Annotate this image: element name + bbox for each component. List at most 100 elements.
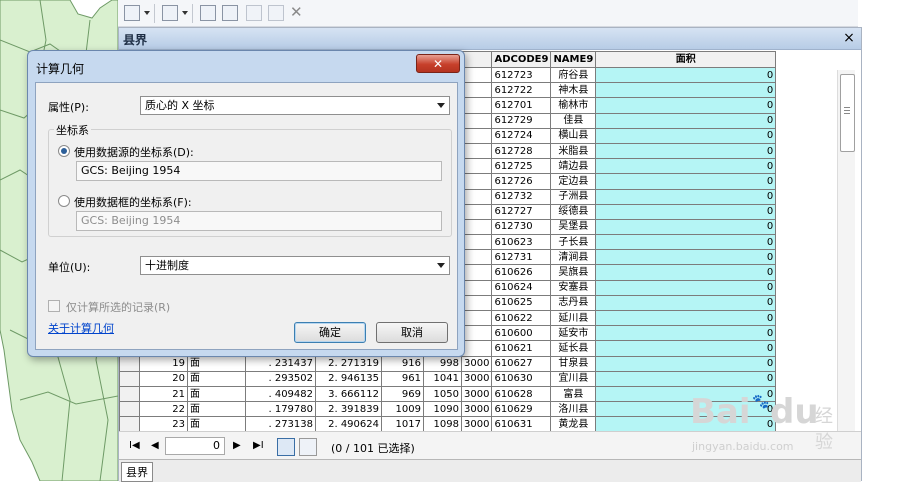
- value-cell: 3000: [460, 416, 493, 433]
- cancel-button[interactable]: 取消: [376, 322, 448, 343]
- fid-cell: 21: [139, 385, 188, 403]
- watermark-brand: Bai: [690, 392, 751, 432]
- value-cell: . 409482: [245, 385, 316, 403]
- table-cell-hidden: [460, 234, 493, 251]
- name-cell: 靖边县: [550, 158, 597, 175]
- adcode-cell: 612729: [491, 112, 552, 129]
- name-cell: 横山县: [550, 127, 597, 144]
- vertical-scrollbar[interactable]: [837, 70, 855, 432]
- shape-cell: 面: [187, 370, 246, 387]
- table-row[interactable]: 23 面. 273138 2. 490624 1017 1098 3000 610631 黄龙…: [119, 416, 777, 433]
- ok-button[interactable]: 确定: [294, 322, 366, 343]
- name-cell: 榆林市: [550, 97, 597, 114]
- area-cell: 0: [595, 66, 777, 84]
- value-cell: 3000: [460, 370, 493, 387]
- column-header[interactable]: 面积: [595, 51, 777, 68]
- calculate-geometry-dialog: 计算几何 ✕ 属性(P): 质心的 X 坐标 坐标系 使用数据源的坐标系(D):…: [27, 50, 465, 357]
- source-coordinate-field: GCS: Beijing 1954: [76, 161, 442, 181]
- radio-frame-coordinates[interactable]: [58, 195, 70, 207]
- area-cell: 0: [595, 264, 777, 281]
- adcode-cell: 612723: [491, 66, 552, 84]
- table-cell-hidden: [460, 249, 493, 266]
- property-value: 质心的 X 坐标: [145, 99, 215, 112]
- name-cell: 定边县: [550, 173, 597, 190]
- show-all-records-icon[interactable]: [277, 438, 295, 456]
- area-cell: 0: [595, 127, 777, 144]
- baidu-watermark: Bai 🐾 du 经验 jingyan.baidu.com: [690, 380, 833, 458]
- area-cell: 0: [595, 158, 777, 175]
- current-record-input[interactable]: 0: [165, 437, 225, 455]
- clear-selection-icon: [246, 5, 262, 21]
- name-cell: 延长县: [550, 340, 597, 357]
- related-tables-icon[interactable]: [162, 5, 178, 21]
- name-cell: 富县: [550, 385, 597, 403]
- area-cell: 0: [595, 97, 777, 114]
- table-cell-hidden: [460, 158, 493, 175]
- row-selector: [119, 370, 140, 387]
- first-record-button[interactable]: I◀: [129, 440, 140, 451]
- delete-selected-icon: ✕: [290, 3, 303, 21]
- name-cell: 府谷县: [550, 66, 597, 84]
- about-link[interactable]: 关于计算几何: [48, 320, 114, 336]
- adcode-cell: 612730: [491, 218, 552, 236]
- area-cell: 0: [595, 218, 777, 236]
- area-cell: 0: [595, 234, 777, 251]
- area-cell: 0: [595, 188, 777, 205]
- chevron-down-icon: [437, 103, 445, 108]
- radio-source-coordinates[interactable]: [58, 145, 70, 157]
- name-cell: 甘泉县: [550, 355, 597, 372]
- column-header[interactable]: ADCODE9: [491, 51, 552, 68]
- name-cell: 志丹县: [550, 294, 597, 312]
- name-cell: 神木县: [550, 82, 597, 99]
- adcode-cell: 610629: [491, 401, 552, 418]
- previous-record-button[interactable]: ◀: [151, 440, 159, 451]
- next-record-button[interactable]: ▶: [233, 440, 241, 451]
- name-cell: 安塞县: [550, 279, 597, 296]
- switch-selection-icon[interactable]: [222, 5, 238, 21]
- adcode-cell: 610622: [491, 309, 552, 327]
- row-selector: [119, 355, 140, 372]
- watermark-product: 经验: [815, 406, 833, 453]
- name-cell: 吴堡县: [550, 218, 597, 236]
- area-cell: 0: [595, 142, 777, 160]
- scrollbar-thumb[interactable]: [840, 74, 855, 152]
- table-row[interactable]: 20 面. 293502 2. 946135 961 1041 3000 610630 宜川县…: [119, 370, 777, 387]
- row-selector: [119, 385, 140, 403]
- tab-county[interactable]: 县界: [121, 462, 153, 482]
- value-cell: 2. 490624: [315, 416, 382, 433]
- area-cell: 0: [595, 355, 777, 372]
- units-select[interactable]: 十进制度: [140, 256, 450, 275]
- table-cell-hidden: [460, 82, 493, 99]
- table-cell-hidden: [460, 218, 493, 236]
- show-selected-records-icon[interactable]: [299, 438, 317, 456]
- watermark-brand-2: du: [770, 392, 819, 432]
- dialog-close-button[interactable]: ✕: [416, 54, 460, 73]
- table-row[interactable]: 19 面. 231437 2. 271319 916 998 3000 610627 甘泉县 0: [119, 355, 777, 372]
- adcode-cell: 610625: [491, 294, 552, 312]
- close-icon[interactable]: ×: [841, 30, 857, 46]
- dialog-title: 计算几何: [36, 62, 85, 76]
- property-select[interactable]: 质心的 X 坐标: [140, 96, 450, 115]
- radio-source-label[interactable]: 使用数据源的坐标系(D):: [74, 144, 194, 160]
- chevron-down-icon[interactable]: [182, 11, 188, 15]
- shape-cell: 面: [187, 401, 246, 418]
- fid-cell: 20: [139, 370, 188, 387]
- name-cell: 米脂县: [550, 142, 597, 160]
- last-record-button[interactable]: ▶I: [253, 440, 264, 451]
- value-cell: 2. 391839: [315, 401, 382, 418]
- area-cell: 0: [595, 340, 777, 357]
- select-by-attributes-icon[interactable]: [200, 5, 216, 21]
- table-options-icon[interactable]: [124, 5, 140, 21]
- coordinate-system-title: 坐标系: [54, 122, 91, 138]
- table-row[interactable]: 22 面. 179780 2. 391839 1009 1090 3000 610629 洛川…: [119, 401, 777, 418]
- value-cell: 961: [381, 370, 424, 387]
- chevron-down-icon[interactable]: [144, 11, 150, 15]
- area-cell: 0: [595, 279, 777, 296]
- table-row[interactable]: 21 面. 409482 3. 666112 969 1050 3000 610628 富县 0: [119, 385, 777, 403]
- units-label: 单位(U):: [48, 261, 91, 274]
- value-cell: . 273138: [245, 416, 316, 433]
- value-cell: 1050: [423, 385, 462, 403]
- radio-frame-label[interactable]: 使用数据框的坐标系(F):: [74, 194, 192, 210]
- toolbar-separator: [192, 4, 193, 23]
- column-header[interactable]: NAME9: [550, 51, 597, 68]
